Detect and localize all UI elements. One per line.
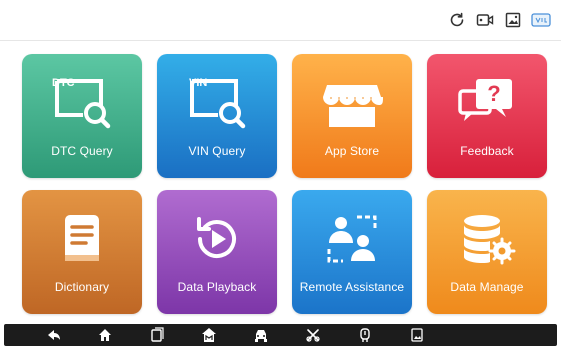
bottom-nav-bar [4, 324, 557, 346]
tile-badge: DTC [52, 77, 75, 89]
store-icon [292, 70, 412, 136]
tile-remote-assistance[interactable]: Remote Assistance [292, 190, 412, 314]
back-icon[interactable] [44, 326, 62, 344]
refresh-icon[interactable] [447, 10, 467, 30]
tools-icon[interactable] [304, 326, 322, 344]
book-icon [22, 206, 142, 272]
tile-data-playback[interactable]: Data Playback [157, 190, 277, 314]
tile-label: Data Playback [177, 280, 257, 294]
feedback-icon: ? [427, 70, 547, 136]
tile-label: Remote Assistance [299, 280, 405, 294]
screenshot-icon[interactable] [503, 10, 523, 30]
playback-icon [157, 206, 277, 272]
vin-query-icon [157, 70, 277, 136]
screen-record-icon[interactable] [475, 10, 495, 30]
database-gear-icon [427, 206, 547, 272]
tile-app-store[interactable]: App Store [292, 54, 412, 178]
tile-dictionary[interactable]: Dictionary [22, 190, 142, 314]
tile-label: App Store [324, 144, 380, 158]
tile-dtc-query[interactable]: DTC DTC Query [22, 54, 142, 178]
tile-vin-query[interactable]: VIN VIN Query [157, 54, 277, 178]
top-icons [447, 10, 551, 30]
svg-text:?: ? [487, 81, 500, 106]
diagnosis-home-icon[interactable] [200, 326, 218, 344]
tile-data-manage[interactable]: Data Manage [427, 190, 547, 314]
tile-feedback[interactable]: ? Feedback [427, 54, 547, 178]
tile-label: Feedback [460, 144, 514, 158]
screenshot-icon[interactable] [408, 326, 426, 344]
remote-assistance-icon [292, 206, 412, 272]
tile-label: Dictionary [54, 280, 110, 294]
dtc-query-icon [22, 70, 142, 136]
vci-icon[interactable] [531, 10, 551, 30]
vci-plug-icon[interactable] [356, 326, 374, 344]
recent-apps-icon[interactable] [148, 326, 166, 344]
tile-badge: VIN [189, 77, 208, 89]
tile-label: DTC Query [51, 144, 113, 158]
tile-label: Data Manage [450, 280, 524, 294]
car-icon[interactable] [252, 326, 270, 344]
app-grid: DTC DTC Query VIN VIN Query App Store ? … [22, 54, 547, 314]
tile-label: VIN Query [188, 144, 246, 158]
top-bar [0, 0, 561, 41]
home-icon[interactable] [96, 326, 114, 344]
